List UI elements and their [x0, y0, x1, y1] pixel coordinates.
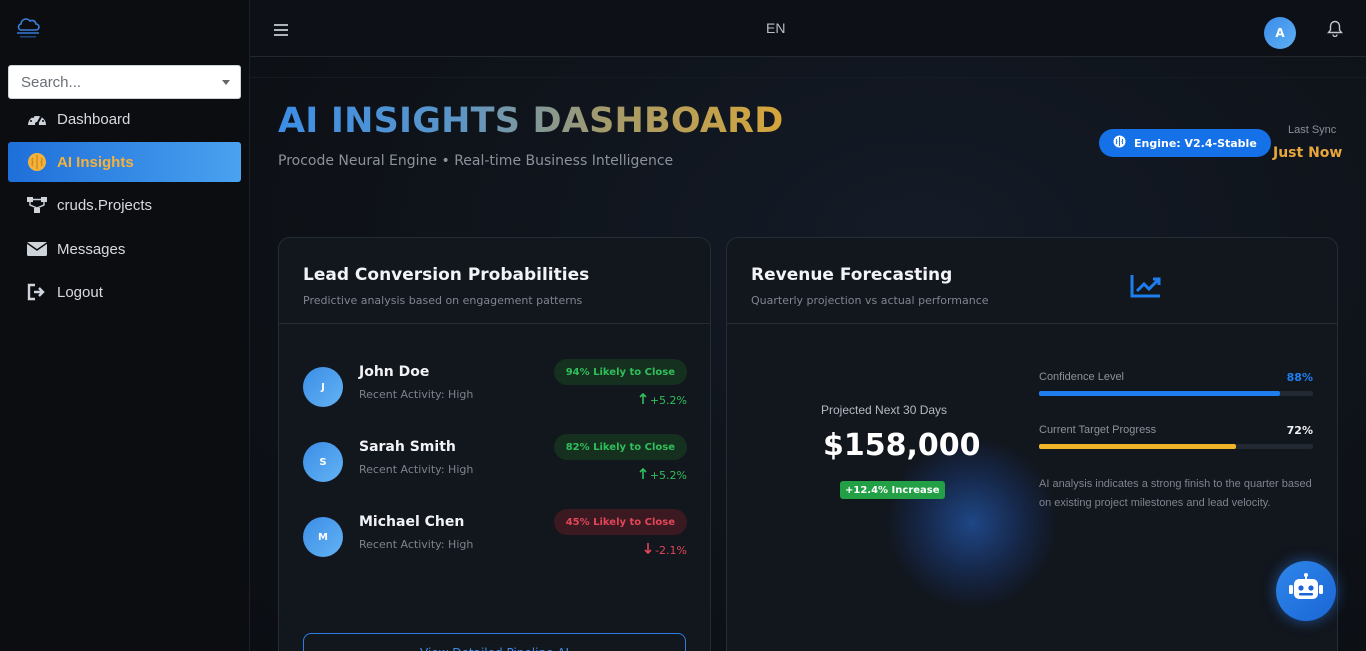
- card-header: Lead Conversion Probabilities Predictive…: [279, 238, 710, 324]
- increase-badge: +12.4% Increase: [840, 481, 945, 499]
- lead-name: John Doe: [359, 364, 430, 380]
- projected-label: Projected Next 30 Days: [821, 403, 948, 417]
- search-placeholder: Search...: [21, 73, 82, 91]
- sidebar-item-label: Logout: [57, 283, 103, 301]
- lead-trend: -2.1%: [644, 543, 687, 557]
- lead-trend: +5.2%: [639, 467, 687, 482]
- decorative-glow: [887, 438, 1057, 608]
- user-avatar[interactable]: A: [1264, 17, 1296, 49]
- lead-activity: Recent Activity: High: [359, 538, 474, 551]
- card-subtitle: Predictive analysis based on engagement …: [303, 294, 583, 307]
- probability-badge: 82% Likely to Close: [553, 434, 687, 460]
- app-root: Search... Dashboard AI Insights cruds.Pr…: [0, 0, 1366, 651]
- projected-value: $158,000: [823, 428, 981, 463]
- lead-avatar: J: [303, 367, 343, 407]
- language-switcher[interactable]: EN: [766, 20, 785, 36]
- main-content: AI INSIGHTS DASHBOARD Procode Neural Eng…: [250, 57, 1366, 651]
- lead-avatar: S: [303, 442, 343, 482]
- chatbot-button[interactable]: [1276, 561, 1336, 621]
- lead-name: Sarah Smith: [359, 439, 456, 455]
- metric-label: Current Target Progress: [1039, 424, 1157, 436]
- lead-row[interactable]: M Michael Chen Recent Activity: High 45%…: [303, 509, 687, 569]
- lead-activity: Recent Activity: High: [359, 388, 474, 401]
- card-subtitle: Quarterly projection vs actual performan…: [751, 294, 989, 307]
- sidebar-item-label: Messages: [57, 240, 126, 258]
- metric-value: 88%: [1286, 371, 1313, 384]
- sitemap-icon: [26, 194, 48, 216]
- sidebar: Search... Dashboard AI Insights cruds.Pr…: [0, 0, 250, 651]
- lead-row[interactable]: J John Doe Recent Activity: High 94% Lik…: [303, 359, 687, 419]
- view-pipeline-button[interactable]: View Detailed Pipeline AI: [303, 633, 686, 651]
- sidebar-item-messages[interactable]: Messages: [8, 229, 241, 269]
- envelope-icon: [26, 238, 48, 260]
- divider: [250, 77, 1366, 78]
- lead-row[interactable]: S Sarah Smith Recent Activity: High 82% …: [303, 434, 687, 494]
- sidebar-item-label: AI Insights: [57, 153, 134, 171]
- lead-delta-value: -2.1%: [655, 543, 687, 557]
- lead-avatar: M: [303, 517, 343, 557]
- target-progress-bar: [1039, 444, 1237, 449]
- lead-name: Michael Chen: [359, 514, 465, 530]
- revenue-forecast-card: Revenue Forecasting Quarterly projection…: [726, 237, 1338, 651]
- lead-activity: Recent Activity: High: [359, 463, 474, 476]
- chevron-down-icon: [222, 79, 230, 85]
- brain-icon: [26, 151, 48, 173]
- sidebar-item-label: cruds.Projects: [57, 196, 153, 214]
- sidebar-item-projects[interactable]: cruds.Projects: [8, 185, 241, 225]
- sidebar-item-label: Dashboard: [57, 110, 131, 128]
- sidebar-item-ai-insights[interactable]: AI Insights: [8, 142, 241, 182]
- last-sync-value: Just Now: [1273, 145, 1343, 161]
- brand-logo[interactable]: [12, 12, 44, 40]
- lead-trend: +5.2%: [639, 392, 687, 407]
- engine-version: Engine: V2.4-Stable: [1134, 136, 1257, 150]
- top-bar: EN A: [250, 0, 1366, 57]
- progress-track: [1039, 444, 1313, 449]
- sidebar-item-logout[interactable]: Logout: [8, 272, 241, 312]
- brain-icon: [1113, 135, 1126, 151]
- page-title: AI INSIGHTS DASHBOARD: [278, 101, 784, 141]
- sidebar-search-select[interactable]: Search...: [8, 65, 241, 99]
- chart-line-icon: [1129, 272, 1163, 300]
- probability-badge: 94% Likely to Close: [553, 359, 687, 385]
- confidence-progress-bar: [1039, 391, 1281, 396]
- probability-badge: 45% Likely to Close: [553, 509, 687, 535]
- gauge-icon: [26, 108, 48, 130]
- arrow-up-icon: [639, 467, 647, 482]
- lead-conversion-card: Lead Conversion Probabilities Predictive…: [278, 237, 711, 651]
- metric-label: Confidence Level: [1039, 371, 1125, 383]
- progress-track: [1039, 391, 1313, 396]
- sidebar-item-dashboard[interactable]: Dashboard: [8, 99, 241, 139]
- lead-delta-value: +5.2%: [649, 468, 687, 482]
- ai-analysis-note: AI analysis indicates a strong finish to…: [1039, 478, 1312, 509]
- engine-status-badge: Engine: V2.4-Stable: [1099, 129, 1271, 157]
- arrow-down-icon: [644, 543, 652, 557]
- last-sync-label: Last Sync: [1288, 124, 1337, 136]
- card-title: Revenue Forecasting: [751, 265, 953, 285]
- arrow-up-icon: [639, 392, 647, 407]
- lead-delta-value: +5.2%: [649, 393, 687, 407]
- metric-value: 72%: [1286, 424, 1313, 437]
- robot-icon: [1288, 573, 1324, 609]
- menu-toggle-icon[interactable]: [274, 21, 288, 36]
- logout-icon: [26, 281, 48, 303]
- card-header: Revenue Forecasting Quarterly projection…: [727, 238, 1337, 324]
- bell-icon[interactable]: [1327, 20, 1343, 38]
- card-title: Lead Conversion Probabilities: [303, 265, 590, 285]
- page-subtitle: Procode Neural Engine • Real-time Busine…: [278, 153, 674, 169]
